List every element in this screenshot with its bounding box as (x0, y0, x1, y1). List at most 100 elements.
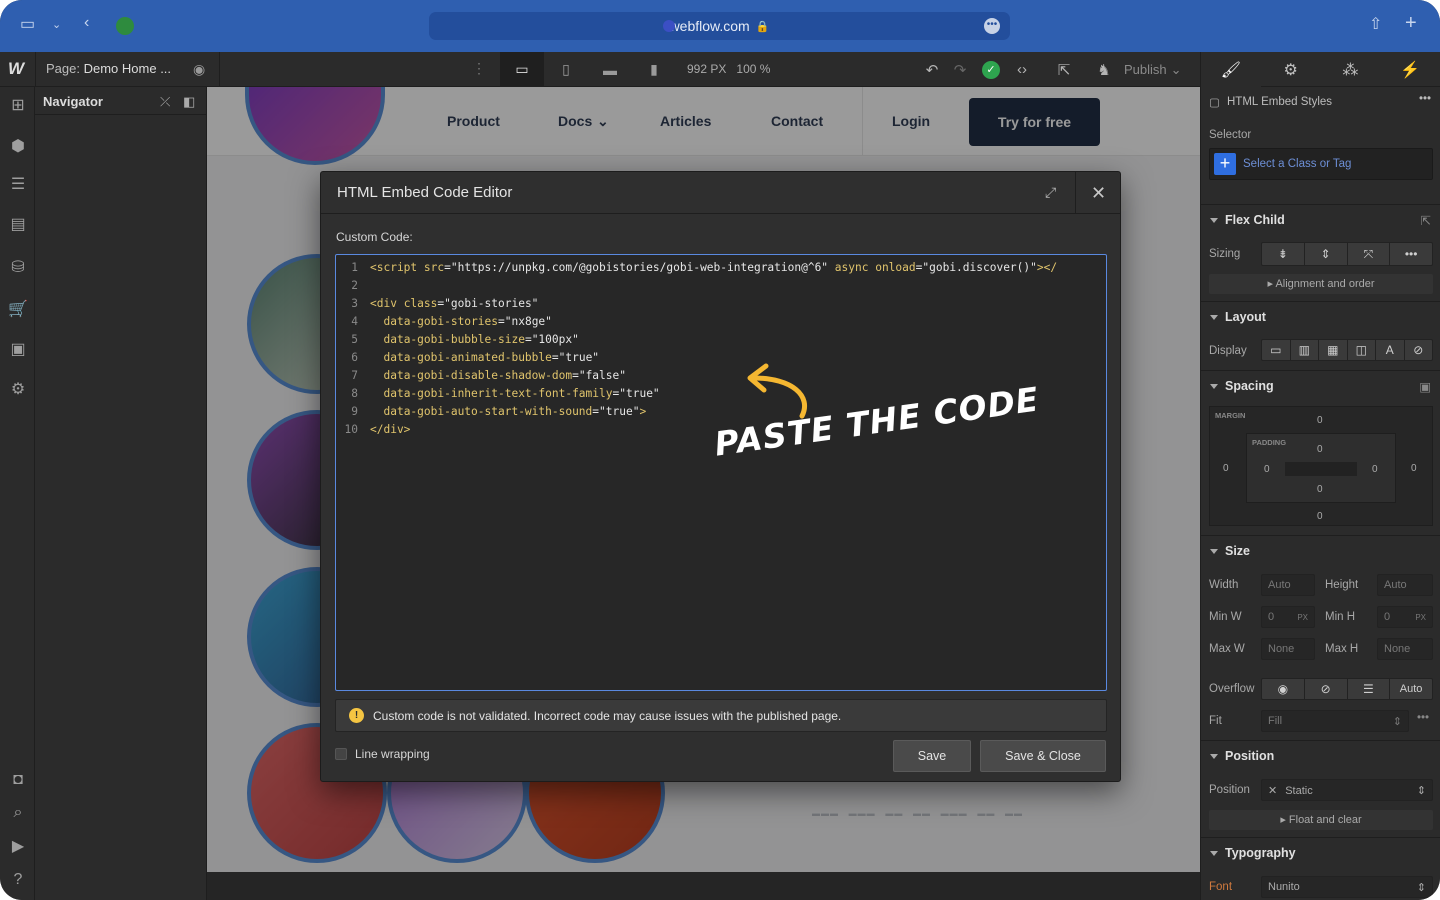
chevron-down-icon[interactable]: ⌄ (52, 18, 61, 31)
code-line[interactable]: 8 data-gobi-inherit-text-font-family="tr… (336, 387, 659, 405)
selector-field[interactable]: + Select a Class or Tag (1209, 148, 1433, 180)
margin-bottom[interactable]: 0 (1317, 511, 1323, 522)
padding-top[interactable]: 0 (1317, 444, 1323, 455)
overflow-auto[interactable]: Auto (1390, 679, 1432, 699)
navigator-icon[interactable]: ☰ (7, 174, 29, 196)
code-line[interactable]: 2 (336, 279, 370, 297)
interactions-bolt-icon[interactable]: ⚡ (1380, 52, 1440, 87)
padding-bottom[interactable]: 0 (1317, 484, 1323, 495)
webflow-logo-icon[interactable]: W (8, 59, 24, 79)
shrink-icon[interactable]: ⇟ (1262, 243, 1305, 265)
tablet-breakpoint-icon[interactable]: ▯ (544, 52, 588, 87)
sidebar-toggle-icon[interactable]: ▭ (20, 14, 35, 34)
style-brush-icon[interactable]: 🖌 (1201, 52, 1261, 87)
redo-icon[interactable]: ↷ (946, 61, 974, 79)
code-line[interactable]: 10 </div> (336, 423, 411, 441)
more-vertical-icon[interactable]: ⋮ (472, 60, 486, 77)
close-icon[interactable]: ✕ (1075, 172, 1121, 214)
code-line[interactable]: 5 data-gobi-bubble-size="100px" (336, 333, 579, 351)
help-icon[interactable]: ? (7, 869, 29, 891)
mobile-portrait-icon[interactable]: ▮ (632, 52, 676, 87)
code-line[interactable]: 9 data-gobi-auto-start-with-sound="true"… (336, 405, 646, 423)
more-icon[interactable]: ••• (1417, 712, 1429, 724)
mobile-landscape-icon[interactable]: ▬ (588, 52, 632, 87)
display-inline-block-icon[interactable]: ◫ (1348, 340, 1376, 360)
check-status-icon[interactable]: ✓ (982, 60, 1000, 79)
position-select[interactable]: ✕ Static ⇕ (1261, 779, 1433, 801)
settings-gear-icon[interactable]: ⚙ (1261, 52, 1321, 87)
overflow-scroll-icon[interactable]: ☰ (1348, 679, 1391, 699)
people-icon[interactable]: ♞ (1090, 61, 1118, 79)
display-flex-icon[interactable]: ▥ (1291, 340, 1319, 360)
margin-box[interactable]: MARGIN 0 0 0 0 PADDING 0 0 0 0 (1209, 406, 1433, 526)
video-icon[interactable]: ▶ (7, 836, 29, 858)
line-wrapping-toggle[interactable]: Line wrapping (335, 747, 430, 761)
spacing-toggle-icon[interactable]: ▣ (1419, 379, 1431, 394)
padding-right[interactable]: 0 (1372, 464, 1378, 475)
extension-icon[interactable] (116, 17, 134, 35)
section-position[interactable]: Position (1201, 740, 1440, 770)
min-width-input[interactable]: 0 PX (1261, 606, 1315, 628)
none-icon[interactable]: ⤧ (1348, 243, 1391, 265)
padding-box[interactable]: PADDING 0 0 0 0 (1246, 433, 1396, 503)
section-flex-child[interactable]: Flex Child ⇱ (1201, 204, 1440, 234)
pages-icon[interactable]: ▤ (7, 214, 29, 236)
fit-select[interactable]: Fill ⇕ (1261, 710, 1409, 732)
section-spacing[interactable]: Spacing ▣ (1201, 370, 1440, 400)
more-icon[interactable]: ••• (984, 18, 1000, 34)
overflow-hidden-icon[interactable]: ⊘ (1305, 679, 1348, 699)
export-icon[interactable]: ⇱ (1050, 61, 1078, 79)
margin-left[interactable]: 0 (1223, 463, 1229, 474)
display-block-icon[interactable]: ▭ (1262, 340, 1291, 360)
search-icon[interactable]: ⌕ (7, 802, 29, 824)
code-icon[interactable]: ‹› (1008, 61, 1036, 78)
section-size[interactable]: Size (1201, 535, 1440, 565)
more-icon[interactable]: ••• (1390, 243, 1432, 265)
url-bar[interactable]: webflow.com 🔒 ••• (429, 12, 1010, 40)
publish-button[interactable]: Publish (1124, 62, 1167, 77)
settings-gear-icon[interactable]: ⚙ (7, 379, 29, 401)
ecommerce-cart-icon[interactable]: 🛒 (7, 299, 29, 321)
collapse-icon[interactable]: ⇱ (1421, 213, 1431, 228)
save-button[interactable]: Save (893, 740, 971, 772)
style-manager-icon[interactable]: ⁂ (1321, 52, 1381, 87)
code-line[interactable]: 3 <div class="gobi-stories" (336, 297, 538, 315)
code-line[interactable]: 4 data-gobi-stories="nx8ge" (336, 315, 552, 333)
width-input[interactable]: Auto (1261, 574, 1315, 596)
section-typography[interactable]: Typography (1201, 837, 1440, 867)
overflow-visible-icon[interactable]: ◉ (1262, 679, 1305, 699)
desktop-breakpoint-icon[interactable]: ▭ (500, 52, 544, 87)
font-select[interactable]: Nunito ⇕ (1261, 876, 1433, 898)
preview-eye-icon[interactable]: ◉ (193, 61, 205, 78)
dock-icon[interactable]: ◧ (183, 94, 195, 110)
cms-database-icon[interactable]: ⛁ (7, 257, 29, 279)
audit-icon[interactable]: ◘ (7, 769, 29, 791)
grow-icon[interactable]: ⇕ (1305, 243, 1348, 265)
add-icon[interactable]: ⊞ (7, 95, 29, 117)
max-height-input[interactable]: None (1377, 638, 1433, 660)
display-grid-icon[interactable]: ▦ (1319, 340, 1348, 360)
min-height-input[interactable]: 0 PX (1377, 606, 1433, 628)
assets-icon[interactable]: ▣ (7, 339, 29, 361)
max-width-input[interactable]: None (1261, 638, 1315, 660)
line-wrapping-checkbox[interactable] (335, 748, 347, 760)
margin-top[interactable]: 0 (1317, 415, 1323, 426)
margin-right[interactable]: 0 (1411, 463, 1417, 474)
code-line[interactable]: 6 data-gobi-animated-bubble="true" (336, 351, 599, 369)
float-clear[interactable]: ▸ Float and clear (1209, 810, 1433, 830)
share-icon[interactable]: ⇧ (1369, 14, 1382, 34)
undo-icon[interactable]: ↶ (918, 61, 946, 79)
code-line[interactable]: 7 data-gobi-disable-shadow-dom="false" (336, 369, 626, 387)
alignment-order[interactable]: ▸ Alignment and order (1209, 274, 1433, 294)
display-inline-icon[interactable]: A (1376, 340, 1405, 360)
more-icon[interactable]: ••• (1419, 93, 1431, 105)
collapse-icon[interactable]: ⤫ (160, 94, 170, 110)
code-line[interactable]: 1 <script src="https://unpkg.com/@gobisto… (336, 261, 1057, 279)
add-class-icon[interactable]: + (1214, 153, 1236, 175)
symbols-cube-icon[interactable]: ⬢ (7, 136, 29, 158)
expand-icon[interactable]: ⤢ (1045, 184, 1056, 201)
padding-left[interactable]: 0 (1264, 464, 1270, 475)
save-and-close-button[interactable]: Save & Close (980, 740, 1106, 772)
back-icon[interactable]: ‹ (84, 14, 89, 32)
display-none-icon[interactable]: ⊘ (1405, 340, 1433, 360)
